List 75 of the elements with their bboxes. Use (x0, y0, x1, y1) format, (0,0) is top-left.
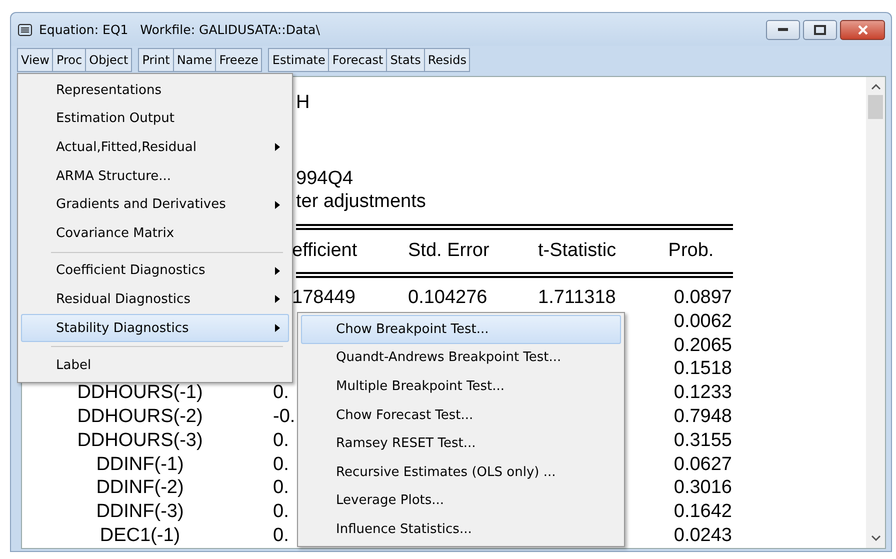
toolbar-button[interactable]: Freeze (216, 49, 262, 71)
table-cell: 1.711318 (538, 287, 616, 308)
minimize-button[interactable] (766, 20, 800, 40)
menu-item[interactable]: Estimation Output (21, 104, 289, 134)
table-cell: 0.1642 (674, 501, 732, 522)
table-cell: 0. (273, 454, 289, 475)
scroll-up-icon[interactable] (870, 83, 880, 90)
menu-item[interactable]: Chow Breakpoint Test... (301, 315, 621, 344)
table-cell: 0.0243 (674, 524, 732, 546)
output-text: 994Q4 (296, 168, 354, 189)
scroll-thumb[interactable] (868, 95, 883, 119)
toolbar-button[interactable]: View (18, 49, 54, 71)
table-cell: 0.104276 (408, 287, 488, 308)
menu-item[interactable]: ARMA Structure... (21, 162, 289, 190)
table-cell: 0.7948 (674, 406, 732, 427)
menu-item[interactable]: Covariance Matrix (21, 218, 289, 248)
toolbar-button[interactable]: Object (86, 49, 132, 71)
table-cell: 0. (273, 382, 289, 404)
menu-item[interactable]: Stability Diagnostics (21, 314, 289, 342)
toolbar-button[interactable]: Proc (53, 49, 86, 71)
table-cell: 0. (273, 430, 289, 451)
maximize-icon (814, 24, 826, 34)
menu-item[interactable]: Representations (21, 76, 289, 105)
table-cell: 0.2065 (674, 334, 732, 356)
table-cell: 0.0627 (674, 454, 732, 475)
menu-item[interactable]: Actual,Fitted,Residual (21, 133, 289, 162)
table-cell: DDINF(-2) (96, 477, 184, 498)
table-cell: 0. (273, 501, 289, 522)
table-cell: 0. (273, 524, 289, 546)
table-cell: DDHOURS(-3) (77, 430, 203, 451)
menu-item[interactable]: Multiple Breakpoint Test... (301, 372, 621, 401)
close-icon (856, 24, 868, 34)
output-text: H (296, 92, 310, 113)
minimize-icon (778, 28, 788, 32)
menu-item[interactable]: Gradients and Derivatives (21, 190, 289, 219)
table-cell: DDHOURS(-1) (77, 382, 203, 404)
column-header: Std. Error (407, 239, 490, 263)
menu-item[interactable]: Recursive Estimates (OLS only) ... (301, 458, 621, 487)
toolbar-button[interactable]: Estimate (269, 49, 330, 71)
table-cell: 0.3155 (674, 430, 732, 451)
table-cell: 0.1233 (674, 382, 732, 404)
table-cell: -0. (273, 406, 296, 427)
menu-item[interactable]: Influence Statistics... (301, 515, 621, 544)
menu-item[interactable]: Label (21, 351, 289, 380)
toolbar-button[interactable]: Forecast (329, 49, 388, 71)
menu-item[interactable]: Chow Forecast Test... (301, 400, 621, 430)
toolbar-button[interactable]: Name (174, 49, 216, 71)
table-cell: 0.1518 (674, 358, 732, 380)
scroll-down-icon[interactable] (870, 535, 880, 542)
menu-item[interactable]: Quandt-Andrews Breakpoint Test... (301, 344, 621, 372)
scrollbar[interactable] (866, 77, 885, 548)
column-header: t-Statistic (537, 239, 618, 263)
column-header: Prob. (667, 239, 715, 263)
output-text: ter adjustments (296, 191, 426, 212)
table-cell: 0.0062 (674, 310, 732, 332)
toolbar-button[interactable]: Print (139, 49, 174, 71)
window-menu-icon[interactable] (18, 24, 32, 36)
table-cell: DDINF(-3) (96, 501, 184, 522)
window-title: Equation: EQ1 Workfile: GALIDUSATA::Data\ (39, 22, 320, 37)
column-header: efficient (291, 239, 358, 263)
table-cell: 0.0897 (674, 287, 732, 308)
menu-item[interactable]: Coefficient Diagnostics (21, 256, 289, 286)
menu-item[interactable]: Residual Diagnostics (21, 285, 289, 314)
toolbar-button[interactable]: Resids (424, 49, 470, 71)
table-cell: 0. (273, 477, 289, 498)
table-cell: DDHOURS(-2) (77, 406, 203, 427)
toolbar-button[interactable]: Stats (387, 49, 425, 71)
maximize-button[interactable] (803, 20, 837, 40)
table-cell: DEC1(-1) (100, 524, 180, 546)
table-cell: 178449 (292, 287, 356, 308)
menu-item[interactable]: Ramsey RESET Test... (301, 429, 621, 458)
close-button[interactable] (840, 20, 885, 40)
table-cell: DDINF(-1) (96, 454, 184, 475)
menu-item[interactable]: Leverage Plots... (301, 486, 621, 516)
table-cell: 0.3016 (674, 477, 732, 498)
